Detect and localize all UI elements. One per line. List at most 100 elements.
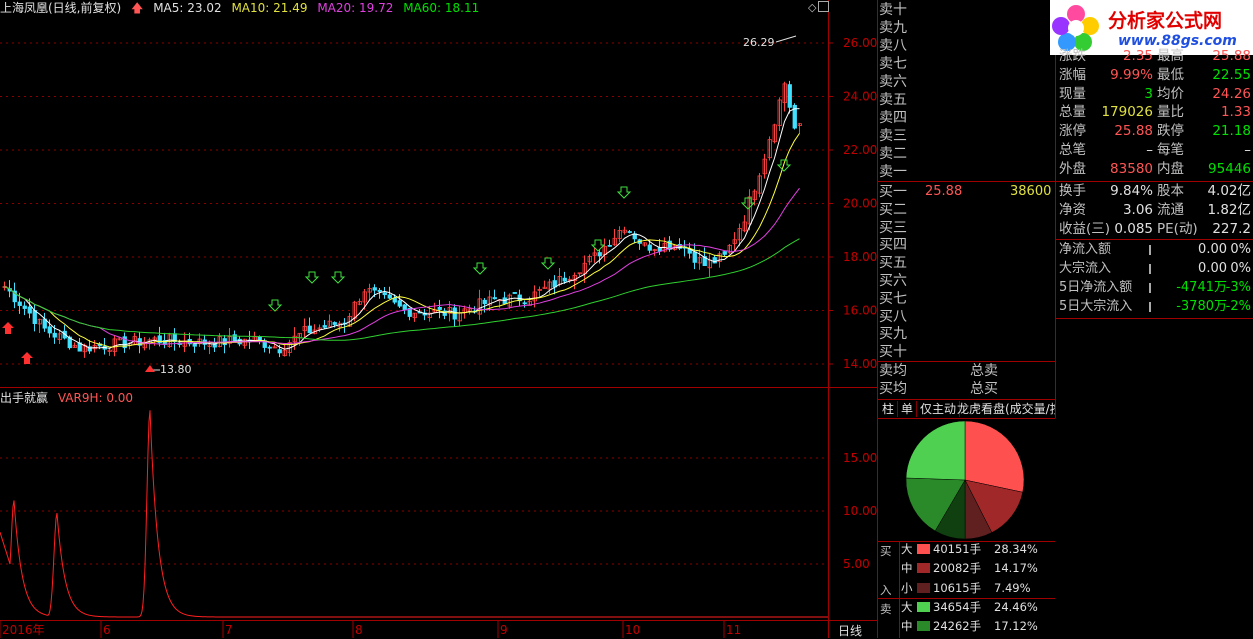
stat-key: 均价 <box>1157 85 1184 102</box>
stat-key: 现量 <box>1059 85 1086 102</box>
date-label: 8 <box>355 623 363 637</box>
sell-level-label[interactable]: 卖七 <box>879 55 907 73</box>
stat-key: 涨幅 <box>1059 66 1086 83</box>
stat-key: 最低 <box>1157 66 1184 83</box>
sell-signal-arrow-icon <box>590 239 606 252</box>
buy1-price[interactable]: 25.88 <box>925 183 962 201</box>
stat-key: 收益(三) <box>1059 221 1111 237</box>
stat-key: 内盘 <box>1157 160 1184 177</box>
candle <box>387 294 392 299</box>
sell-level-label[interactable]: 卖一 <box>879 163 907 181</box>
buy-level-label[interactable]: 买一 <box>879 183 907 201</box>
flow-row: 大宗流入 0.00 0% <box>1057 259 1253 278</box>
stat-value: 25.88 <box>1212 48 1251 64</box>
stat-value: – <box>1244 142 1251 158</box>
sell-level-label[interactable]: 卖五 <box>879 91 907 109</box>
flow-bar <box>1149 283 1151 293</box>
pie-slice <box>964 420 1025 493</box>
size-label: 中 <box>901 561 913 575</box>
sell-signal-arrow-icon <box>330 271 346 284</box>
date-label: 6 <box>103 623 111 637</box>
stock-title: 上海凤凰(日线,前复权) <box>0 1 122 15</box>
qty-value: 20082手 <box>933 561 982 575</box>
sell-level-label[interactable]: 卖九 <box>879 19 907 37</box>
stat-key: 外盘 <box>1059 160 1086 177</box>
candle <box>382 292 387 296</box>
qty-value: 40151手 <box>933 542 982 556</box>
sell-level-label[interactable]: 卖三 <box>879 127 907 145</box>
pct-value: 14.17% <box>994 561 1038 575</box>
candle <box>562 277 567 282</box>
chart-panel[interactable]: 26.00 24.00 22.00 20.00 18.00 16.00 14.00 15.00… <box>0 0 877 638</box>
buy-level-label[interactable]: 买九 <box>879 325 907 343</box>
stat-row: 涨停 25.88 跌停 21.18 <box>1057 122 1253 141</box>
buy-level-label[interactable]: 买十 <box>879 343 907 361</box>
sell-signal-arrow-icon <box>267 299 283 312</box>
price-tick-label: 26.00 <box>843 36 877 50</box>
candle <box>47 326 52 334</box>
sell-level-label[interactable]: 卖八 <box>879 37 907 55</box>
buy-level-label[interactable]: 买二 <box>879 201 907 219</box>
candle <box>27 306 32 314</box>
flow-key: 5日净流入额 <box>1059 280 1133 295</box>
flow-percent: -3% <box>1225 280 1251 295</box>
buy-level-label[interactable]: 买六 <box>879 272 907 290</box>
stat-row: 涨跌 2.35 最高 25.88 <box>1057 47 1253 66</box>
breakdown-row: 中 24262手 17.12% <box>877 616 1055 636</box>
kline-chart[interactable]: 26.00 24.00 22.00 20.00 18.00 16.00 14.00 15.00… <box>0 0 877 638</box>
date-label: 11 <box>726 623 741 637</box>
stat-row: 现量 3 均价 24.26 <box>1057 85 1253 104</box>
price-tick-label: 24.00 <box>843 90 877 104</box>
stat-row: 换手 9.84% 股本 4.02亿 <box>1057 182 1253 201</box>
color-swatch <box>917 621 930 631</box>
sell-level-label[interactable]: 卖四 <box>879 109 907 127</box>
stat-value: 22.55 <box>1212 66 1251 83</box>
candle <box>647 244 652 251</box>
tab-column[interactable]: 柱 <box>879 401 899 417</box>
stat-value: 3.06 <box>1122 202 1153 218</box>
buy-level-label[interactable]: 买七 <box>879 290 907 308</box>
buy-level-label[interactable]: 买五 <box>879 254 907 272</box>
tab-dragon-tiger[interactable]: 龙虎看盘(成交量/按 <box>954 401 1055 417</box>
buy-level-label[interactable]: 买三 <box>879 219 907 237</box>
candle <box>722 251 727 255</box>
buy-level-label[interactable]: 买八 <box>879 308 907 326</box>
window-box-icon[interactable] <box>818 1 829 12</box>
ma5-label: MA5: 23.02 <box>153 1 222 15</box>
flow-key: 净流入额 <box>1059 242 1112 257</box>
tab-single[interactable]: 单 <box>898 401 918 417</box>
window-diamond-icon[interactable]: ◇ <box>808 1 816 14</box>
stat-value: 4.02亿 <box>1207 183 1251 199</box>
stat-value: 95446 <box>1208 160 1251 177</box>
candle <box>52 332 57 338</box>
stat-value: – <box>1146 142 1153 158</box>
indicator-header: 出手就赢 VAR9H: 0.00 <box>0 390 133 406</box>
candle <box>402 304 407 311</box>
candle <box>512 292 517 294</box>
sell-level-label[interactable]: 卖二 <box>879 145 907 163</box>
sell-signal-arrow-icon <box>616 186 632 199</box>
candle <box>22 305 27 309</box>
buy-level-label[interactable]: 买四 <box>879 236 907 254</box>
sell-level-label[interactable]: 卖六 <box>879 73 907 91</box>
sell-signal-arrow-icon <box>304 271 320 284</box>
flow-value: 0.00 <box>1198 261 1227 276</box>
price-tick-label: 18.00 <box>843 250 877 264</box>
candle <box>657 247 662 252</box>
flow-bar <box>1149 245 1151 255</box>
candle <box>307 325 312 334</box>
candle <box>522 302 527 305</box>
indicator-var: VAR9H: 0.00 <box>57 391 134 405</box>
candle <box>332 322 337 325</box>
sell-signal-arrow-icon <box>776 159 792 172</box>
stat-key: 涨停 <box>1059 123 1086 140</box>
stat-value: 83580 <box>1110 160 1153 177</box>
size-label: 大 <box>901 600 913 614</box>
sell-level-label[interactable]: 卖十 <box>879 1 907 19</box>
period-label[interactable]: 日线 <box>838 622 862 639</box>
flow-percent: 0% <box>1230 242 1251 257</box>
date-label: 10 <box>625 623 640 637</box>
ma10-label: MA10: 21.49 <box>231 1 308 15</box>
flow-pie-chart <box>905 420 1025 540</box>
stat-key: 流通 <box>1157 202 1184 218</box>
